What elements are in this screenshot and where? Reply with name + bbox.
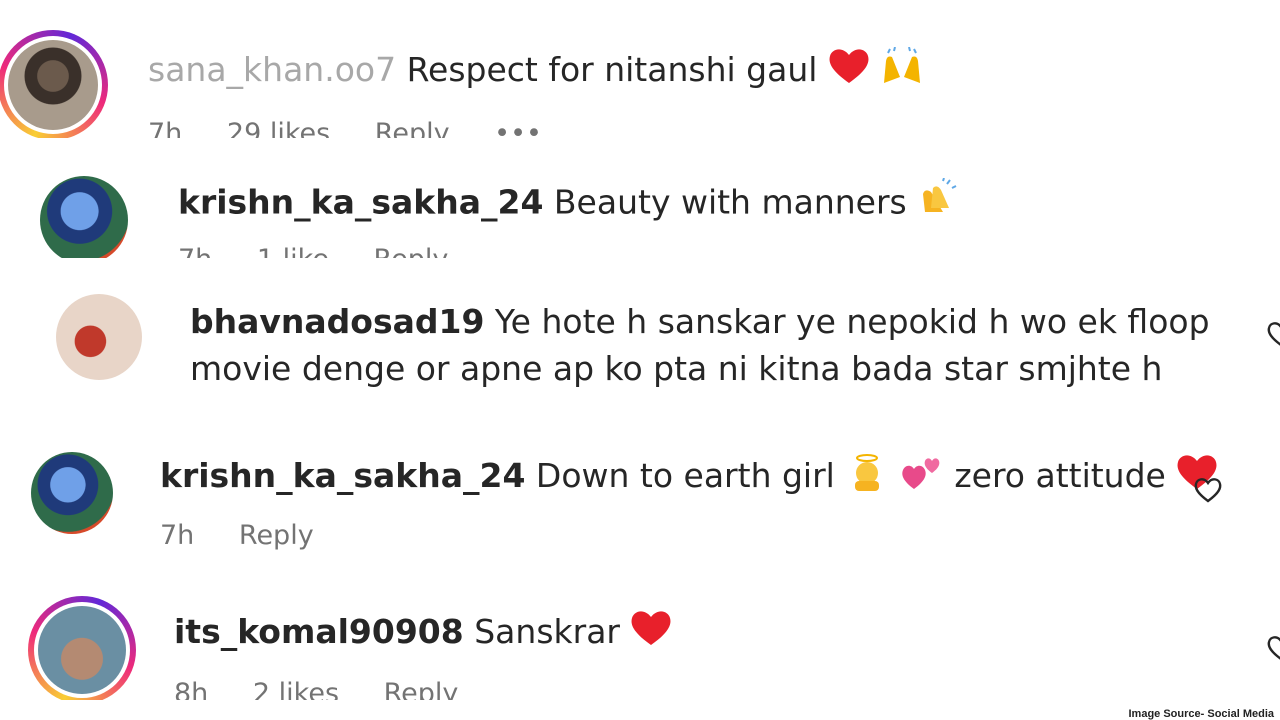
timestamp: 7h: [178, 244, 212, 258]
avatar[interactable]: [38, 606, 126, 694]
comment-text: Respect for nitanshi gaul: [406, 50, 818, 89]
reply-button[interactable]: Reply: [375, 118, 450, 138]
comment-text-line1: Ye hote h sanskar ye nepokid h wo ek flo…: [494, 302, 1210, 341]
timestamp: 7h: [148, 118, 183, 138]
comment-body: krishn_ka_sakha_24 Down to earth girl ze…: [160, 452, 1218, 503]
baby-angel-icon: [845, 453, 889, 503]
like-heart-icon[interactable]: [1266, 320, 1280, 352]
avatar[interactable]: [8, 40, 98, 130]
red-heart-icon: [828, 47, 870, 97]
two-hearts-icon: [900, 453, 944, 503]
reply-button[interactable]: Reply: [239, 520, 314, 551]
comment-text: Beauty with manners: [553, 182, 907, 222]
comment-1: sana_khan.oo7 Respect for nitanshi gaul …: [0, 0, 1280, 138]
comment-2: krishn_ka_sakha_24 Beauty with manners 7…: [0, 160, 1280, 258]
comment-text-line2: movie denge or apne ap ko pta ni kitna b…: [190, 349, 1163, 388]
likes-count[interactable]: 29 likes: [227, 118, 330, 138]
comment-body: its_komal90908 Sanskrar: [174, 608, 672, 659]
comment-text-part2: zero attitude: [954, 456, 1166, 495]
clapping-hands-icon: [917, 177, 959, 230]
avatar[interactable]: [40, 176, 128, 258]
red-heart-icon: [630, 609, 672, 659]
comment-meta: 8h 2 likes Reply: [174, 678, 494, 700]
username[interactable]: krishn_ka_sakha_24: [160, 456, 525, 495]
reply-button[interactable]: Reply: [374, 244, 449, 258]
reply-button[interactable]: Reply: [384, 678, 459, 700]
comment-text-part1: Down to earth girl: [535, 456, 835, 495]
timestamp: 7h: [160, 520, 195, 551]
avatar[interactable]: [56, 294, 142, 380]
comment-body: bhavnadosad19 Ye hote h sanskar ye nepok…: [190, 298, 1210, 345]
username[interactable]: its_komal90908: [174, 612, 464, 651]
avatar[interactable]: [31, 452, 113, 534]
comment-text: Sanskrar: [474, 612, 620, 651]
timestamp: 8h: [174, 678, 209, 700]
likes-count[interactable]: 1 like: [257, 244, 329, 258]
like-heart-icon[interactable]: [1193, 476, 1223, 508]
comment-body: krishn_ka_sakha_24 Beauty with manners: [178, 177, 959, 230]
username[interactable]: bhavnadosad19: [190, 302, 484, 341]
comment-3: bhavnadosad19 Ye hote h sanskar ye nepok…: [0, 280, 1280, 410]
comment-meta: 7h 29 likes Reply •••: [148, 118, 578, 138]
like-heart-icon[interactable]: [1266, 634, 1280, 666]
username[interactable]: sana_khan.oo7: [148, 50, 396, 89]
comment-body: sana_khan.oo7 Respect for nitanshi gaul: [148, 46, 924, 97]
comment-meta: 7h Reply: [160, 520, 350, 551]
comment-meta: 7h 1 like Reply: [178, 244, 484, 258]
likes-count[interactable]: 2 likes: [253, 678, 339, 700]
image-credit: Image Source- Social Media: [1128, 708, 1275, 720]
more-options-button[interactable]: •••: [494, 118, 542, 138]
comment-5: its_komal90908 Sanskrar 8h 2 likes Reply: [0, 590, 1280, 700]
username[interactable]: krishn_ka_sakha_24: [178, 183, 543, 222]
raised-hands-icon: [880, 46, 924, 97]
comment-4: krishn_ka_sakha_24 Down to earth girl ze…: [0, 440, 1280, 570]
